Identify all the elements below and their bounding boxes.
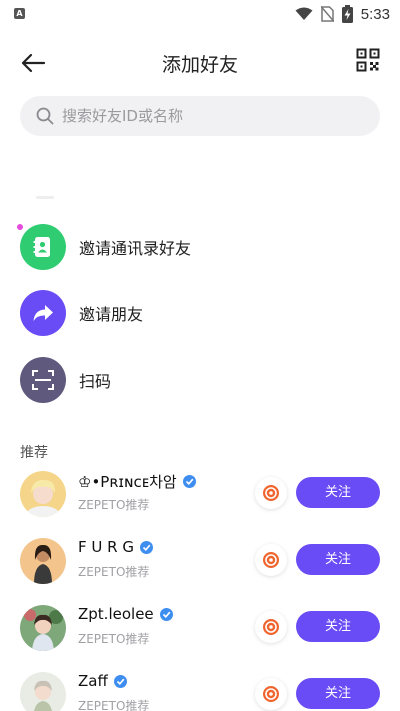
qr-code-button[interactable] <box>354 46 382 74</box>
divider <box>36 196 54 199</box>
gift-coin-button[interactable] <box>255 477 287 509</box>
qr-code-icon <box>356 48 380 72</box>
recommend-section-title: 推荐 <box>20 445 48 461</box>
search-input[interactable] <box>62 107 352 125</box>
verified-badge-icon <box>159 607 173 621</box>
invite-contacts-label: 邀请通讯录好友 <box>79 239 192 258</box>
status-icons: 5:33 <box>295 4 390 24</box>
contacts-icon-circle <box>20 224 66 270</box>
follow-button[interactable]: 关注 <box>296 678 380 709</box>
status-time: 5:33 <box>360 5 390 23</box>
search-bar[interactable] <box>20 96 380 136</box>
verified-badge-icon <box>139 540 153 554</box>
page-title: 添加好友 <box>161 54 238 76</box>
scan-icon <box>32 370 54 390</box>
user-source: ZEPETO推荐 <box>78 565 150 579</box>
verified-badge-icon <box>113 674 127 688</box>
gift-coin-button[interactable] <box>255 678 287 710</box>
user-name: F U R G <box>78 538 153 556</box>
header: 添加好友 <box>0 40 400 84</box>
user-row[interactable]: F U R G ZEPETO推荐 关注 <box>0 530 400 594</box>
user-name: Zaff <box>78 672 127 690</box>
invite-contacts-row[interactable]: 邀请通讯录好友 <box>20 224 380 270</box>
gift-coin-button[interactable] <box>255 611 287 643</box>
user-row[interactable]: Zpt.leolee ZEPETO推荐 关注 <box>0 597 400 661</box>
user-name: Zpt.leolee <box>78 605 173 623</box>
coin-icon <box>263 686 279 702</box>
user-source: ZEPETO推荐 <box>78 632 150 646</box>
invite-friends-label: 邀请朋友 <box>79 305 144 324</box>
battery-charging-icon <box>341 5 353 23</box>
coin-icon <box>263 485 279 501</box>
avatar[interactable] <box>20 471 66 517</box>
follow-button[interactable]: 关注 <box>296 611 380 642</box>
user-source: ZEPETO推荐 <box>78 498 150 512</box>
contacts-book-icon <box>33 237 50 257</box>
share-arrow-icon <box>33 305 53 321</box>
user-name: ♔•Pʀɪɴᴄᴇ차암 <box>78 471 196 492</box>
user-row[interactable]: ♔•Pʀɪɴᴄᴇ차암 ZEPETO推荐 关注 <box>0 463 400 527</box>
avatar[interactable] <box>20 538 66 584</box>
status-bar: A 5:33 <box>0 0 400 28</box>
scan-label: 扫码 <box>79 372 112 391</box>
search-icon <box>36 107 54 125</box>
follow-button[interactable]: 关注 <box>296 477 380 508</box>
wifi-icon <box>295 7 313 20</box>
user-row[interactable]: Zaff ZEPETO推荐 关注 <box>0 664 400 711</box>
invite-friends-row[interactable]: 邀请朋友 <box>20 290 380 336</box>
follow-button[interactable]: 关注 <box>296 544 380 575</box>
verified-badge-icon <box>182 475 196 488</box>
coin-icon <box>263 552 279 568</box>
no-sim-icon <box>320 6 334 22</box>
gift-coin-button[interactable] <box>255 544 287 576</box>
coin-icon <box>263 619 279 635</box>
avatar[interactable] <box>20 672 66 711</box>
app-notification-icon: A <box>14 8 25 19</box>
avatar[interactable] <box>20 605 66 651</box>
scan-icon-circle <box>20 357 66 403</box>
share-icon-circle <box>20 290 66 336</box>
user-source: ZEPETO推荐 <box>78 699 150 711</box>
scan-row[interactable]: 扫码 <box>20 357 380 403</box>
